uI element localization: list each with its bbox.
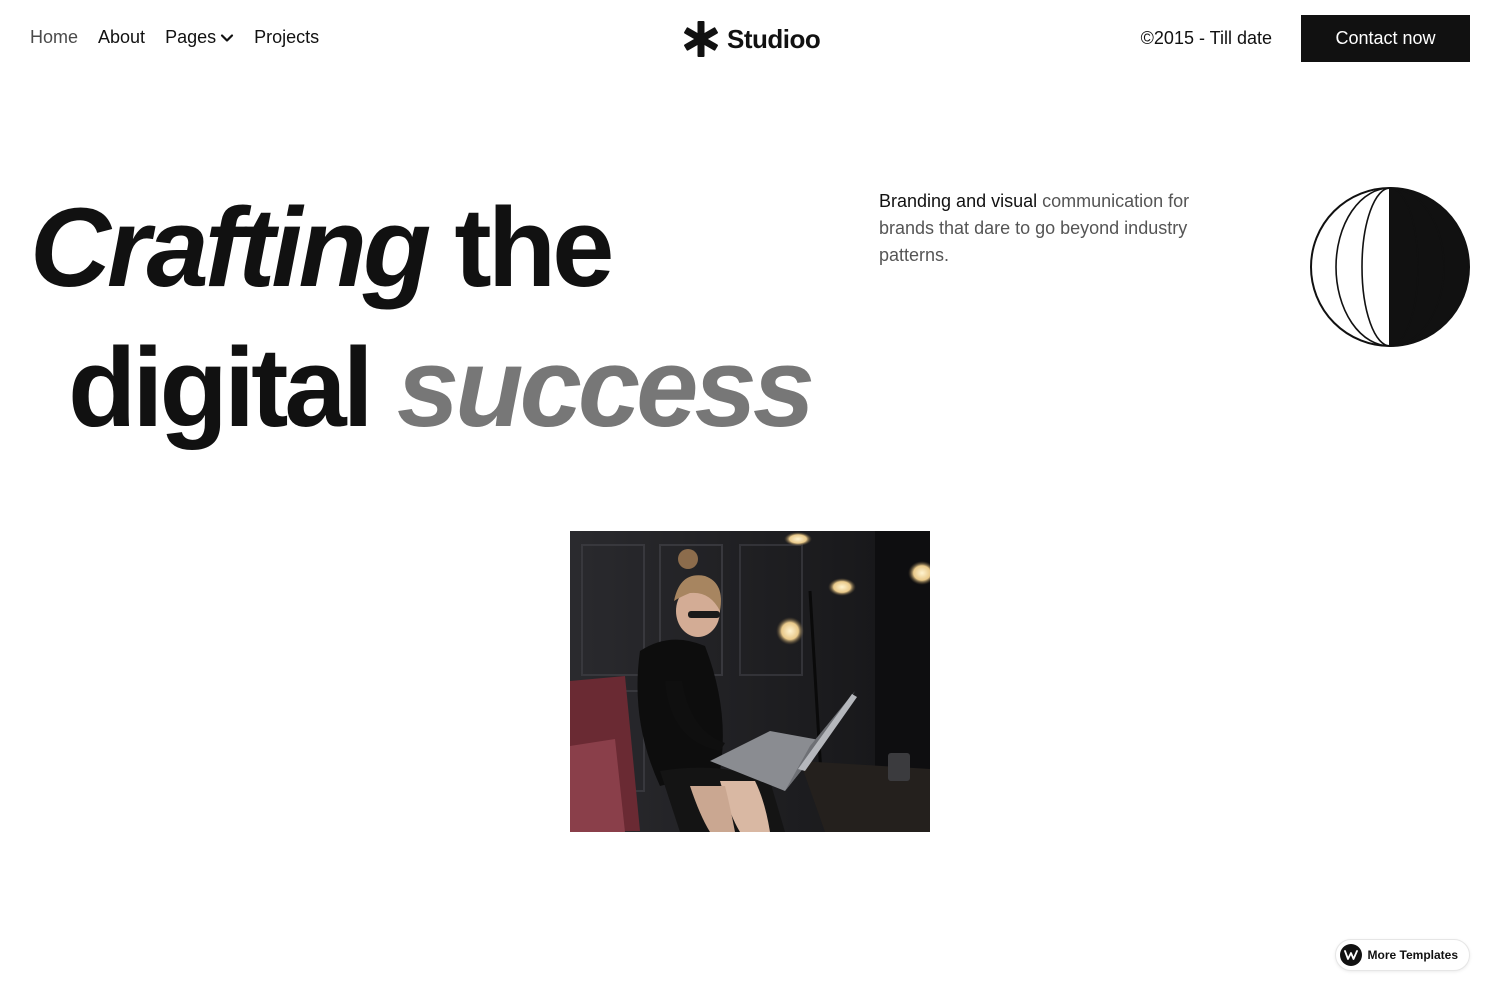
top-nav: Home About Pages Projects Studioo ©2015 … bbox=[0, 0, 1500, 78]
hero-word-crafting: Crafting bbox=[30, 185, 431, 310]
hero-title: Crafting the digital success bbox=[30, 178, 815, 458]
nav-links: Home About Pages Projects bbox=[30, 27, 319, 48]
asterisk-logo-icon bbox=[684, 21, 718, 57]
hero-word-the: the bbox=[454, 185, 614, 310]
chevron-down-icon bbox=[221, 33, 234, 42]
hero-line-1: Crafting the bbox=[30, 178, 811, 318]
more-templates-label: More Templates bbox=[1367, 948, 1458, 962]
intro-strong: Branding and visual bbox=[879, 191, 1038, 211]
webflow-logo-icon bbox=[1339, 944, 1362, 966]
brand-logo[interactable]: Studioo bbox=[682, 20, 821, 58]
nav-link-home[interactable]: Home bbox=[30, 27, 78, 48]
hero-word-digital: digital bbox=[68, 325, 374, 450]
nav-link-projects[interactable]: Projects bbox=[254, 27, 319, 48]
woman-with-laptop-photo bbox=[570, 531, 930, 832]
nav-link-pages[interactable]: Pages bbox=[165, 27, 234, 48]
hero-intro: Branding and visual communication for br… bbox=[879, 188, 1239, 269]
nav-link-about[interactable]: About bbox=[98, 27, 145, 48]
globe-half-icon bbox=[1310, 187, 1470, 347]
hero-photo bbox=[570, 531, 930, 832]
nav-right: ©2015 - Till date Contact now bbox=[1141, 15, 1470, 62]
contact-now-button[interactable]: Contact now bbox=[1301, 15, 1470, 62]
brand-name: Studioo bbox=[727, 23, 821, 54]
hero-line-2: digital success bbox=[30, 318, 815, 458]
hero-word-success: success bbox=[396, 325, 815, 450]
more-templates-badge[interactable]: More Templates bbox=[1334, 939, 1470, 971]
nav-link-pages-label: Pages bbox=[165, 27, 217, 47]
years-text: ©2015 - Till date bbox=[1140, 28, 1272, 48]
